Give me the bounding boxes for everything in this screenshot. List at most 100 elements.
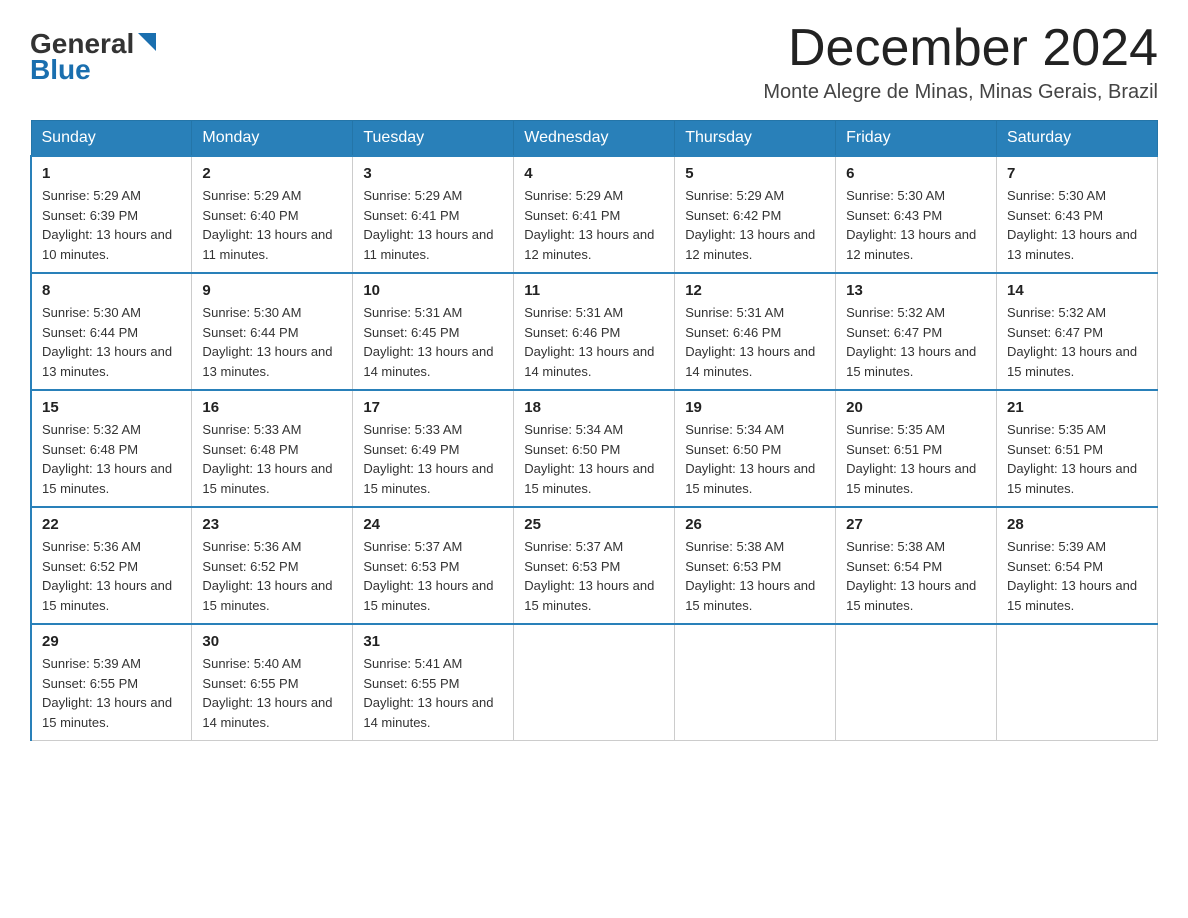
day-info: Sunrise: 5:34 AM Sunset: 6:50 PM Dayligh… (524, 420, 664, 498)
calendar-day-cell: 1 Sunrise: 5:29 AM Sunset: 6:39 PM Dayli… (31, 156, 192, 273)
day-info: Sunrise: 5:34 AM Sunset: 6:50 PM Dayligh… (685, 420, 825, 498)
day-info: Sunrise: 5:38 AM Sunset: 6:53 PM Dayligh… (685, 537, 825, 615)
day-info: Sunrise: 5:30 AM Sunset: 6:44 PM Dayligh… (202, 303, 342, 381)
day-info: Sunrise: 5:37 AM Sunset: 6:53 PM Dayligh… (524, 537, 664, 615)
day-info: Sunrise: 5:37 AM Sunset: 6:53 PM Dayligh… (363, 537, 503, 615)
day-info: Sunrise: 5:32 AM Sunset: 6:47 PM Dayligh… (1007, 303, 1147, 381)
calendar-header-saturday: Saturday (997, 121, 1158, 157)
day-number: 28 (1007, 516, 1147, 533)
day-number: 25 (524, 516, 664, 533)
day-info: Sunrise: 5:36 AM Sunset: 6:52 PM Dayligh… (202, 537, 342, 615)
day-number: 15 (42, 399, 181, 416)
day-number: 27 (846, 516, 986, 533)
day-number: 10 (363, 282, 503, 299)
calendar-day-cell: 24 Sunrise: 5:37 AM Sunset: 6:53 PM Dayl… (353, 507, 514, 624)
calendar-week-row: 1 Sunrise: 5:29 AM Sunset: 6:39 PM Dayli… (31, 156, 1158, 273)
calendar-day-cell: 16 Sunrise: 5:33 AM Sunset: 6:48 PM Dayl… (192, 390, 353, 507)
calendar-day-cell: 22 Sunrise: 5:36 AM Sunset: 6:52 PM Dayl… (31, 507, 192, 624)
calendar-day-cell: 14 Sunrise: 5:32 AM Sunset: 6:47 PM Dayl… (997, 273, 1158, 390)
calendar-day-cell: 27 Sunrise: 5:38 AM Sunset: 6:54 PM Dayl… (836, 507, 997, 624)
day-info: Sunrise: 5:32 AM Sunset: 6:48 PM Dayligh… (42, 420, 181, 498)
day-number: 22 (42, 516, 181, 533)
calendar-day-cell: 15 Sunrise: 5:32 AM Sunset: 6:48 PM Dayl… (31, 390, 192, 507)
title-block: December 2024 Monte Alegre de Minas, Min… (763, 20, 1158, 104)
day-info: Sunrise: 5:30 AM Sunset: 6:44 PM Dayligh… (42, 303, 181, 381)
calendar-day-cell: 31 Sunrise: 5:41 AM Sunset: 6:55 PM Dayl… (353, 624, 514, 741)
day-number: 2 (202, 165, 342, 182)
calendar-day-cell: 3 Sunrise: 5:29 AM Sunset: 6:41 PM Dayli… (353, 156, 514, 273)
day-number: 12 (685, 282, 825, 299)
day-number: 14 (1007, 282, 1147, 299)
calendar-day-cell: 30 Sunrise: 5:40 AM Sunset: 6:55 PM Dayl… (192, 624, 353, 741)
day-number: 17 (363, 399, 503, 416)
calendar-week-row: 15 Sunrise: 5:32 AM Sunset: 6:48 PM Dayl… (31, 390, 1158, 507)
day-number: 11 (524, 282, 664, 299)
calendar-day-cell: 28 Sunrise: 5:39 AM Sunset: 6:54 PM Dayl… (997, 507, 1158, 624)
day-number: 29 (42, 633, 181, 650)
day-info: Sunrise: 5:39 AM Sunset: 6:55 PM Dayligh… (42, 654, 181, 732)
calendar-day-cell: 19 Sunrise: 5:34 AM Sunset: 6:50 PM Dayl… (675, 390, 836, 507)
calendar-day-cell (675, 624, 836, 741)
day-number: 7 (1007, 165, 1147, 182)
day-info: Sunrise: 5:29 AM Sunset: 6:40 PM Dayligh… (202, 186, 342, 264)
calendar-header-sunday: Sunday (31, 121, 192, 157)
calendar-week-row: 29 Sunrise: 5:39 AM Sunset: 6:55 PM Dayl… (31, 624, 1158, 741)
calendar-day-cell: 4 Sunrise: 5:29 AM Sunset: 6:41 PM Dayli… (514, 156, 675, 273)
day-number: 19 (685, 399, 825, 416)
day-number: 9 (202, 282, 342, 299)
calendar-day-cell: 18 Sunrise: 5:34 AM Sunset: 6:50 PM Dayl… (514, 390, 675, 507)
calendar-day-cell: 17 Sunrise: 5:33 AM Sunset: 6:49 PM Dayl… (353, 390, 514, 507)
calendar-header-tuesday: Tuesday (353, 121, 514, 157)
day-info: Sunrise: 5:38 AM Sunset: 6:54 PM Dayligh… (846, 537, 986, 615)
day-info: Sunrise: 5:31 AM Sunset: 6:46 PM Dayligh… (685, 303, 825, 381)
day-info: Sunrise: 5:33 AM Sunset: 6:48 PM Dayligh… (202, 420, 342, 498)
calendar-day-cell: 29 Sunrise: 5:39 AM Sunset: 6:55 PM Dayl… (31, 624, 192, 741)
subtitle: Monte Alegre de Minas, Minas Gerais, Bra… (763, 81, 1158, 104)
day-info: Sunrise: 5:35 AM Sunset: 6:51 PM Dayligh… (846, 420, 986, 498)
day-number: 5 (685, 165, 825, 182)
day-info: Sunrise: 5:35 AM Sunset: 6:51 PM Dayligh… (1007, 420, 1147, 498)
day-number: 6 (846, 165, 986, 182)
day-number: 20 (846, 399, 986, 416)
calendar-day-cell (514, 624, 675, 741)
page-header: General Blue December 2024 Monte Alegre … (30, 20, 1158, 104)
logo: General Blue (30, 30, 158, 86)
day-number: 26 (685, 516, 825, 533)
calendar-day-cell: 8 Sunrise: 5:30 AM Sunset: 6:44 PM Dayli… (31, 273, 192, 390)
calendar-table: SundayMondayTuesdayWednesdayThursdayFrid… (30, 120, 1158, 741)
calendar-day-cell: 20 Sunrise: 5:35 AM Sunset: 6:51 PM Dayl… (836, 390, 997, 507)
day-number: 13 (846, 282, 986, 299)
day-info: Sunrise: 5:29 AM Sunset: 6:41 PM Dayligh… (524, 186, 664, 264)
day-number: 21 (1007, 399, 1147, 416)
calendar-day-cell: 13 Sunrise: 5:32 AM Sunset: 6:47 PM Dayl… (836, 273, 997, 390)
day-info: Sunrise: 5:36 AM Sunset: 6:52 PM Dayligh… (42, 537, 181, 615)
calendar-header-wednesday: Wednesday (514, 121, 675, 157)
day-number: 3 (363, 165, 503, 182)
day-info: Sunrise: 5:31 AM Sunset: 6:45 PM Dayligh… (363, 303, 503, 381)
day-info: Sunrise: 5:30 AM Sunset: 6:43 PM Dayligh… (1007, 186, 1147, 264)
calendar-day-cell: 21 Sunrise: 5:35 AM Sunset: 6:51 PM Dayl… (997, 390, 1158, 507)
calendar-day-cell (997, 624, 1158, 741)
day-number: 30 (202, 633, 342, 650)
calendar-week-row: 22 Sunrise: 5:36 AM Sunset: 6:52 PM Dayl… (31, 507, 1158, 624)
day-info: Sunrise: 5:41 AM Sunset: 6:55 PM Dayligh… (363, 654, 503, 732)
day-info: Sunrise: 5:33 AM Sunset: 6:49 PM Dayligh… (363, 420, 503, 498)
calendar-day-cell: 12 Sunrise: 5:31 AM Sunset: 6:46 PM Dayl… (675, 273, 836, 390)
calendar-day-cell: 9 Sunrise: 5:30 AM Sunset: 6:44 PM Dayli… (192, 273, 353, 390)
calendar-day-cell: 2 Sunrise: 5:29 AM Sunset: 6:40 PM Dayli… (192, 156, 353, 273)
day-number: 18 (524, 399, 664, 416)
logo-text-blue: Blue (30, 54, 91, 86)
day-info: Sunrise: 5:31 AM Sunset: 6:46 PM Dayligh… (524, 303, 664, 381)
calendar-day-cell: 23 Sunrise: 5:36 AM Sunset: 6:52 PM Dayl… (192, 507, 353, 624)
day-info: Sunrise: 5:40 AM Sunset: 6:55 PM Dayligh… (202, 654, 342, 732)
calendar-day-cell: 10 Sunrise: 5:31 AM Sunset: 6:45 PM Dayl… (353, 273, 514, 390)
logo-arrow-icon (136, 31, 158, 53)
day-info: Sunrise: 5:29 AM Sunset: 6:39 PM Dayligh… (42, 186, 181, 264)
day-number: 16 (202, 399, 342, 416)
day-number: 24 (363, 516, 503, 533)
calendar-header-row: SundayMondayTuesdayWednesdayThursdayFrid… (31, 121, 1158, 157)
day-number: 23 (202, 516, 342, 533)
day-number: 1 (42, 165, 181, 182)
day-number: 31 (363, 633, 503, 650)
day-info: Sunrise: 5:30 AM Sunset: 6:43 PM Dayligh… (846, 186, 986, 264)
